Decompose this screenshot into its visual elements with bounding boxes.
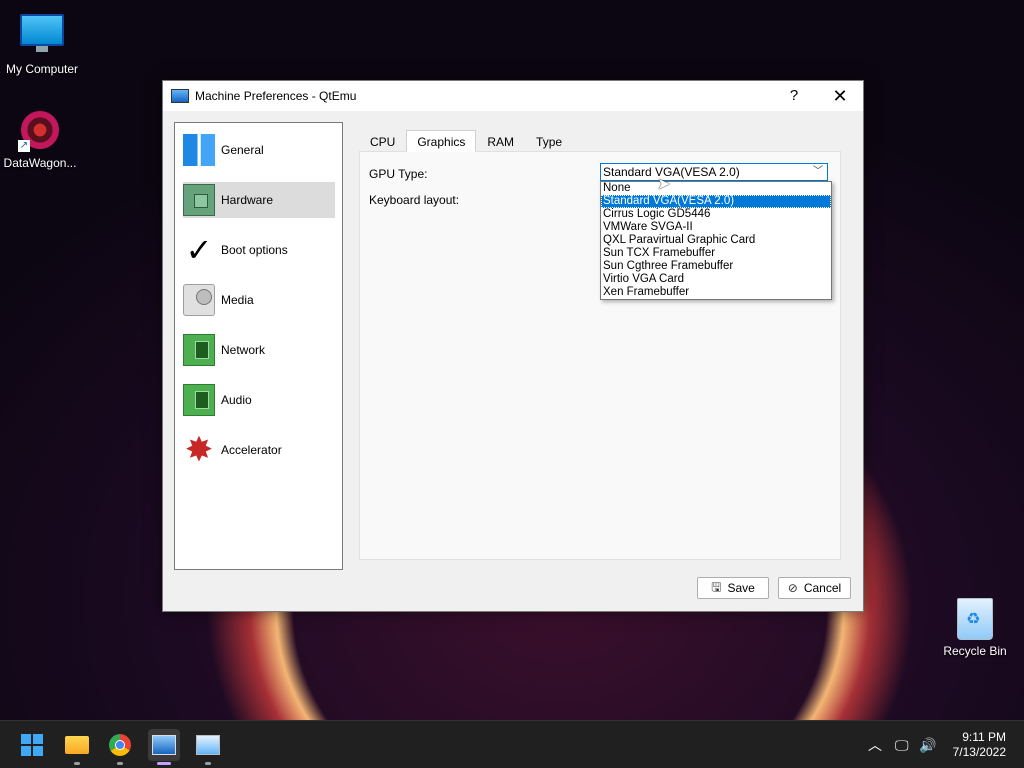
- gpu-option[interactable]: Sun Cgthree Framebuffer: [601, 260, 831, 273]
- cancel-circle-icon: ⊘: [787, 581, 798, 595]
- machine-preferences-window: Machine Preferences - QtEmu ? ✕ General …: [162, 80, 864, 612]
- monitor-icon: [20, 14, 64, 58]
- save-button[interactable]: 🖫 Save: [697, 577, 769, 599]
- start-icon: [21, 734, 43, 756]
- file-explorer-icon: [65, 736, 89, 754]
- window-title: Machine Preferences - QtEmu: [195, 89, 357, 103]
- sidebar-item-audio[interactable]: Audio: [183, 382, 335, 418]
- taskbar-resource-monitor[interactable]: [192, 729, 224, 765]
- desktop-icon-datawagon[interactable]: ↗ DataWagon...: [0, 108, 82, 170]
- gpu-option[interactable]: Standard VGA(VESA 2.0): [601, 195, 831, 208]
- datawagon-icon: ↗: [18, 108, 62, 152]
- general-icon: [183, 134, 215, 166]
- checkmark-icon: ✓: [185, 232, 213, 268]
- title-bar[interactable]: Machine Preferences - QtEmu ? ✕: [163, 81, 863, 111]
- sidebar-item-label: Network: [221, 343, 266, 357]
- gpu-option[interactable]: Virtio VGA Card: [601, 273, 831, 286]
- shortcut-arrow-icon: ↗: [18, 140, 30, 152]
- preferences-sidebar: General Hardware ✓ Boot options Media Ne…: [174, 122, 343, 570]
- desktop-icon-my-computer[interactable]: My Computer: [0, 8, 84, 76]
- recycle-bin-icon: ♻: [957, 598, 993, 640]
- keyboard-layout-label: Keyboard layout:: [369, 193, 460, 207]
- cancel-button[interactable]: ⊘ Cancel: [778, 577, 851, 599]
- sidebar-item-media[interactable]: Media: [183, 282, 335, 318]
- gpu-type-select[interactable]: Standard VGA(VESA 2.0) ﹀: [600, 163, 828, 181]
- chevron-down-icon: ﹀: [813, 166, 823, 177]
- gpu-type-selected-value: Standard VGA(VESA 2.0): [603, 165, 740, 179]
- gpu-option[interactable]: Sun TCX Framebuffer: [601, 247, 831, 260]
- help-button[interactable]: ?: [771, 81, 817, 111]
- sidebar-item-hardware[interactable]: Hardware: [183, 182, 335, 218]
- desktop-icon-label: Recycle Bin: [943, 644, 1007, 658]
- gpu-option[interactable]: Cirrus Logic GD5446: [601, 208, 831, 221]
- sidebar-item-label: Media: [221, 293, 254, 307]
- desktop-icon-recycle-bin[interactable]: ♻ Recycle Bin: [933, 598, 1017, 658]
- floppy-disk-icon: 🖫: [711, 579, 722, 594]
- resource-monitor-icon: [196, 735, 220, 755]
- sidebar-item-boot-options[interactable]: ✓ Boot options: [183, 232, 335, 268]
- sidebar-item-label: Boot options: [221, 243, 288, 257]
- desktop-icon-label: My Computer: [5, 62, 79, 76]
- taskbar-qtemu[interactable]: [148, 729, 180, 765]
- start-button[interactable]: [16, 729, 48, 761]
- tab-graphics[interactable]: Graphics: [406, 130, 477, 152]
- cancel-button-label: Cancel: [803, 581, 842, 595]
- clock-time: 9:11 PM: [962, 730, 1006, 744]
- hardware-tabs: CPU Graphics RAM Type: [359, 130, 573, 152]
- network-card-icon: [183, 334, 215, 366]
- sidebar-item-label: Accelerator: [221, 443, 282, 457]
- chevron-up-icon[interactable]: ︿: [868, 721, 882, 768]
- gpu-option[interactable]: VMWare SVGA-II: [601, 221, 831, 234]
- gpu-type-label: GPU Type:: [369, 167, 428, 181]
- close-button[interactable]: ✕: [817, 81, 863, 111]
- network-status-icon[interactable]: 🖵: [895, 721, 909, 768]
- desktop-icon-label: DataWagon...: [3, 156, 77, 170]
- gpu-option[interactable]: None: [601, 182, 831, 195]
- tab-cpu[interactable]: CPU: [359, 130, 406, 152]
- system-clock[interactable]: 9:11 PM 7/13/2022: [953, 730, 1006, 760]
- chrome-icon: [109, 734, 131, 756]
- sidebar-item-label: Audio: [221, 393, 252, 407]
- accelerator-star-icon: ✸: [184, 431, 214, 469]
- taskbar-chrome[interactable]: [104, 729, 136, 765]
- hardware-chip-icon: [183, 184, 215, 216]
- save-button-label: Save: [727, 581, 755, 595]
- clock-date: 7/13/2022: [952, 745, 1006, 759]
- sidebar-item-general[interactable]: General: [183, 132, 335, 168]
- sidebar-item-accelerator[interactable]: ✸ Accelerator: [183, 432, 335, 468]
- sidebar-item-network[interactable]: Network: [183, 332, 335, 368]
- gpu-type-dropdown-list: None Standard VGA(VESA 2.0) Cirrus Logic G…: [600, 181, 832, 300]
- mouse-cursor-icon: ➤: [657, 176, 671, 193]
- media-drive-icon: [183, 284, 215, 316]
- gpu-option[interactable]: QXL Paravirtual Graphic Card: [601, 234, 831, 247]
- audio-card-icon: [183, 384, 215, 416]
- volume-icon[interactable]: 🔊: [919, 721, 936, 768]
- taskbar: ︿ 🖵 🔊 9:11 PM 7/13/2022: [0, 720, 1024, 768]
- qtemu-icon: [152, 735, 176, 755]
- taskbar-file-explorer[interactable]: [61, 729, 93, 765]
- tab-type[interactable]: Type: [525, 130, 573, 152]
- sidebar-item-label: General: [221, 143, 264, 157]
- sidebar-item-label: Hardware: [221, 193, 274, 207]
- gpu-option[interactable]: Xen Framebuffer: [601, 286, 831, 299]
- tab-ram[interactable]: RAM: [476, 130, 525, 152]
- qtemu-app-icon: [171, 89, 189, 103]
